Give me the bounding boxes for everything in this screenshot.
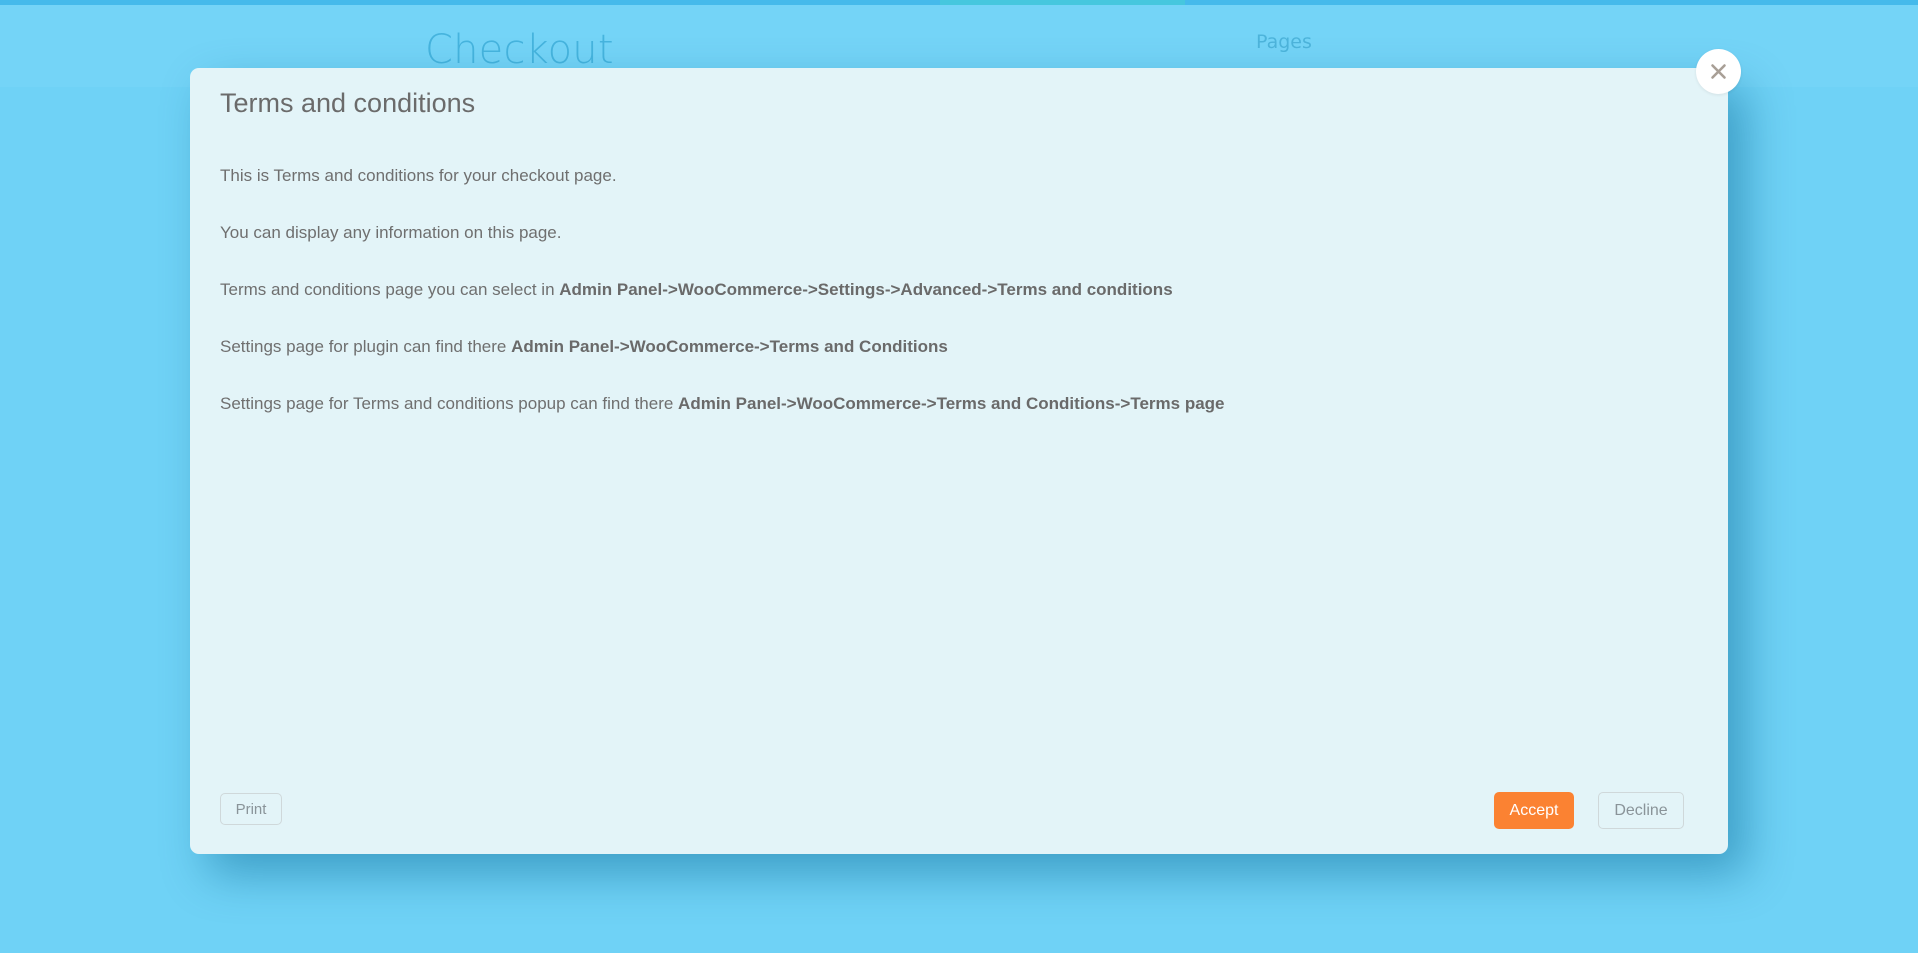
print-button[interactable]: Print: [220, 793, 282, 825]
modal-header: Terms and conditions: [190, 68, 1728, 142]
paragraph-bold-path: Admin Panel->WooCommerce->Settings->Adva…: [559, 280, 1173, 299]
modal-paragraph: Settings page for Terms and conditions p…: [220, 392, 1698, 416]
accept-button[interactable]: Accept: [1494, 792, 1574, 829]
page-root: Checkout Pages Postcode / ZIP * I have r…: [0, 0, 1918, 953]
paragraph-text: Terms and conditions page you can select…: [220, 280, 560, 299]
modal-paragraph: This is Terms and conditions for your ch…: [220, 164, 1698, 188]
paragraph-text: Settings page for plugin can find there: [220, 337, 512, 356]
modal-paragraph: Settings page for plugin can find there …: [220, 335, 1698, 359]
close-button[interactable]: [1696, 49, 1741, 94]
paragraph-bold-path: Admin Panel->WooCommerce->Terms and Cond…: [511, 337, 948, 356]
modal-paragraph: Terms and conditions page you can select…: [220, 278, 1698, 302]
paragraph-text: You can display any information on this …: [220, 223, 562, 242]
modal-footer: Print Accept Decline: [190, 758, 1728, 854]
decline-button[interactable]: Decline: [1598, 792, 1684, 829]
modal-body: This is Terms and conditions for your ch…: [220, 164, 1698, 744]
modal-paragraph: You can display any information on this …: [220, 221, 1698, 245]
paragraph-text: Settings page for Terms and conditions p…: [220, 394, 679, 413]
terms-and-conditions-modal: Terms and conditions This is Terms and c…: [190, 49, 1741, 854]
paragraph-text: This is Terms and conditions for your ch…: [220, 166, 617, 185]
close-icon: [1710, 63, 1727, 80]
modal-title: Terms and conditions: [220, 88, 476, 118]
paragraph-bold-path: Admin Panel->WooCommerce->Terms and Cond…: [678, 394, 1225, 413]
